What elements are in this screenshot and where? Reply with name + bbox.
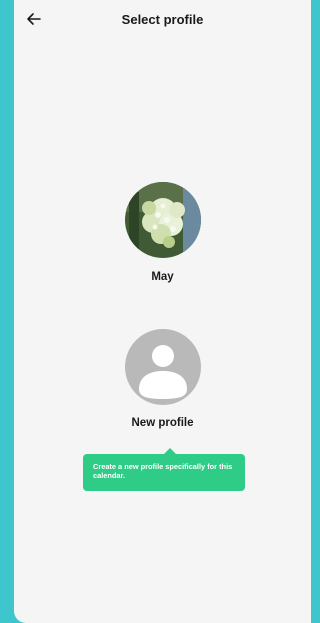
profile-select-screen: Select profile May New profile Create a … [14, 0, 311, 623]
flower-photo [124, 182, 201, 258]
profile-name-may: May [151, 271, 174, 283]
page-title: Select profile [121, 12, 204, 27]
profile-item-may[interactable]: May [14, 182, 311, 283]
profile-item-new[interactable]: New profile [14, 329, 311, 429]
header: Select profile [14, 0, 311, 40]
profile-avatar-may[interactable] [124, 182, 201, 258]
new-profile-tooltip: Create a new profile specifically for th… [83, 454, 245, 491]
person-placeholder-icon [124, 329, 201, 405]
profile-avatar-new[interactable] [124, 329, 201, 405]
profile-name-new: New profile [131, 417, 194, 429]
